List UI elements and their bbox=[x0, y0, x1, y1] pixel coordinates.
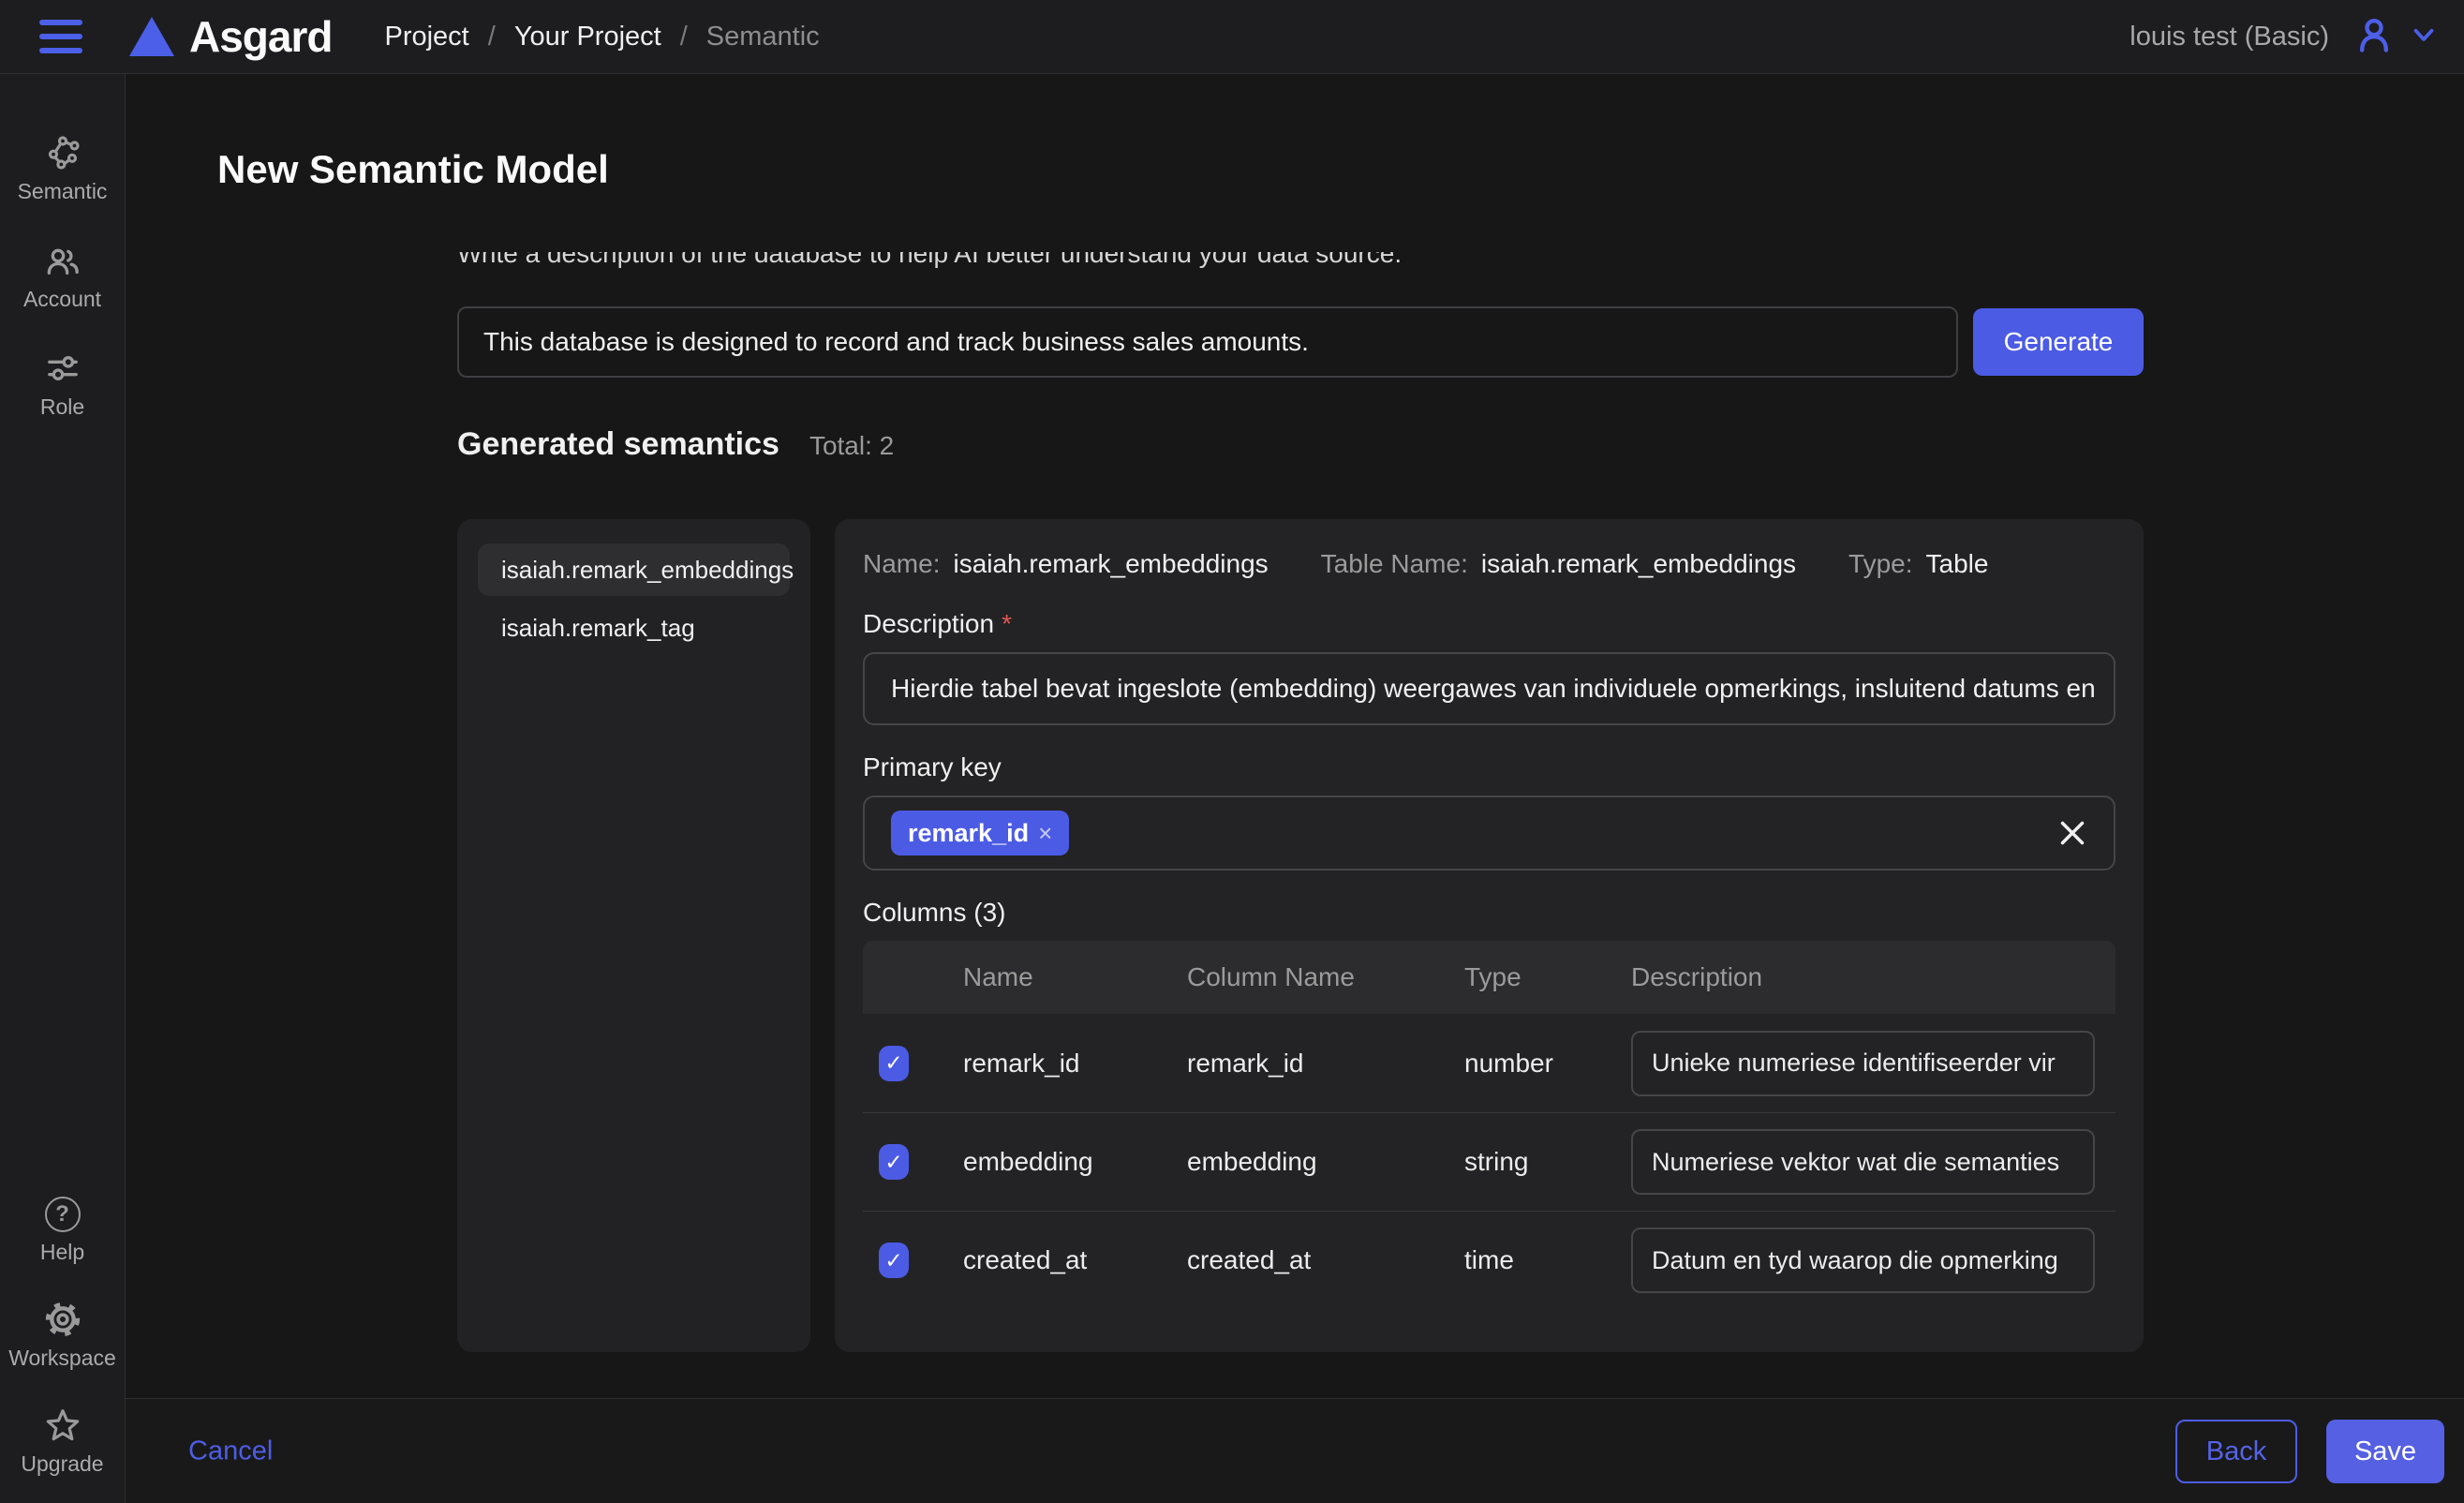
sidebar-label-upgrade: Upgrade bbox=[21, 1451, 103, 1477]
footer-action-bar: Cancel Back Save bbox=[126, 1398, 2464, 1503]
sidebar-item-upgrade[interactable]: Upgrade bbox=[0, 1406, 126, 1477]
description-field-label: Description* bbox=[863, 609, 2115, 639]
cell-type: time bbox=[1448, 1245, 1615, 1275]
cell-type: number bbox=[1448, 1049, 1615, 1079]
cell-name: embedding bbox=[947, 1147, 1171, 1177]
topbar-right: louis test (Basic) bbox=[2130, 14, 2440, 60]
row-description-input[interactable] bbox=[1631, 1031, 2095, 1096]
user-plan-label: louis test (Basic) bbox=[2130, 22, 2329, 52]
account-users-icon bbox=[44, 242, 82, 279]
page-title: New Semantic Model bbox=[217, 147, 609, 192]
sidebar-bottom-group: ? Help Workspace Upgrade bbox=[0, 1197, 126, 1477]
sidebar-label-role: Role bbox=[40, 394, 84, 420]
breadcrumb-separator: / bbox=[488, 22, 496, 52]
main-content: New Semantic Model Write a description o… bbox=[126, 74, 2464, 1503]
breadcrumb-separator: / bbox=[680, 22, 688, 52]
workspace-gear-icon bbox=[44, 1301, 82, 1338]
row-description-input[interactable] bbox=[1631, 1129, 2095, 1195]
generated-semantics-header: Generated semantics Total: 2 bbox=[457, 426, 894, 463]
breadcrumb-your-project[interactable]: Your Project bbox=[514, 22, 661, 52]
header-type: Type bbox=[1448, 962, 1615, 992]
db-description-input[interactable] bbox=[457, 306, 1958, 378]
sidebar-label-workspace: Workspace bbox=[8, 1346, 116, 1371]
chip-remove-icon[interactable]: × bbox=[1038, 821, 1052, 845]
sidebar-label-help: Help bbox=[40, 1240, 84, 1265]
sidebar-item-role[interactable]: Role bbox=[0, 350, 126, 420]
row-checkbox[interactable]: ✓ bbox=[879, 1243, 909, 1278]
columns-table-header: Name Column Name Type Description bbox=[863, 941, 2115, 1014]
sidebar-label-account: Account bbox=[23, 287, 101, 312]
menu-icon[interactable] bbox=[39, 20, 82, 53]
columns-table: Name Column Name Type Description ✓ rema… bbox=[863, 941, 2115, 1309]
cell-column-name: remark_id bbox=[1171, 1049, 1448, 1079]
chevron-down-icon[interactable] bbox=[2408, 19, 2440, 55]
brand-name: Asgard bbox=[189, 11, 332, 62]
app-root: Asgard Project / Your Project / Semantic… bbox=[0, 0, 2464, 1503]
header-description: Description bbox=[1615, 962, 2115, 992]
table-row-created-at: ✓ created_at created_at time bbox=[863, 1211, 2115, 1309]
cell-name: created_at bbox=[947, 1245, 1171, 1275]
sidebar-item-account[interactable]: Account bbox=[0, 242, 126, 312]
meta-table-name: Table Name: isaiah.remark_embeddings bbox=[1321, 549, 1796, 579]
table-detail-panel: Name: isaiah.remark_embeddings Table Nam… bbox=[835, 519, 2144, 1352]
breadcrumb: Project / Your Project / Semantic bbox=[384, 22, 819, 52]
total-count-label: Total: 2 bbox=[809, 431, 894, 461]
topbar: Asgard Project / Your Project / Semantic… bbox=[0, 0, 2464, 74]
db-description-helper-clipped: Write a description of the database to h… bbox=[457, 252, 1675, 275]
columns-count-label: Columns (3) bbox=[863, 898, 2115, 928]
primary-key-label: Primary key bbox=[863, 752, 2115, 782]
table-list-item-remark-tag[interactable]: isaiah.remark_tag bbox=[478, 602, 790, 654]
generate-button[interactable]: Generate bbox=[1973, 308, 2144, 376]
row-checkbox[interactable]: ✓ bbox=[879, 1144, 909, 1180]
table-meta-row: Name: isaiah.remark_embeddings Table Nam… bbox=[863, 549, 2115, 579]
sidebar-item-semantic[interactable]: Semantic bbox=[0, 134, 126, 204]
cell-name: remark_id bbox=[947, 1049, 1171, 1079]
cell-column-name: created_at bbox=[1171, 1245, 1448, 1275]
sidebar-item-help[interactable]: ? Help bbox=[0, 1197, 126, 1265]
header-name: Name bbox=[947, 962, 1171, 992]
cell-type: string bbox=[1448, 1147, 1615, 1177]
table-row-embedding: ✓ embedding embedding string bbox=[863, 1112, 2115, 1211]
brand-logo-icon bbox=[129, 17, 174, 56]
row-checkbox[interactable]: ✓ bbox=[879, 1046, 909, 1081]
table-row-remark-id: ✓ remark_id remark_id number bbox=[863, 1014, 2115, 1112]
breadcrumb-project[interactable]: Project bbox=[384, 22, 468, 52]
cancel-button[interactable]: Cancel bbox=[188, 1436, 273, 1466]
table-list-item-remark-embeddings[interactable]: isaiah.remark_embeddings bbox=[478, 543, 790, 596]
role-sliders-icon bbox=[44, 350, 82, 387]
generated-semantics-heading: Generated semantics bbox=[457, 426, 779, 463]
sidebar: Semantic Account Role bbox=[0, 74, 126, 1503]
tables-list-panel: isaiah.remark_embeddings isaiah.remark_t… bbox=[457, 519, 810, 1352]
primary-key-field[interactable]: remark_id × bbox=[863, 796, 2115, 871]
save-button[interactable]: Save bbox=[2326, 1420, 2444, 1483]
user-avatar-icon[interactable] bbox=[2353, 14, 2395, 60]
primary-key-chip: remark_id × bbox=[891, 811, 1069, 856]
upgrade-star-icon bbox=[44, 1406, 82, 1444]
clear-primary-key-icon[interactable] bbox=[2056, 816, 2089, 850]
cell-column-name: embedding bbox=[1171, 1147, 1448, 1177]
required-asterisk: * bbox=[1002, 609, 1012, 638]
row-description-input[interactable] bbox=[1631, 1228, 2095, 1293]
description-field[interactable]: Hierdie tabel bevat ingeslote (embedding… bbox=[863, 652, 2115, 725]
header-column-name: Column Name bbox=[1171, 962, 1448, 992]
semantic-graph-icon bbox=[44, 134, 82, 171]
help-icon: ? bbox=[45, 1197, 81, 1232]
breadcrumb-semantic: Semantic bbox=[706, 22, 820, 52]
sidebar-top-group: Semantic Account Role bbox=[0, 134, 126, 420]
back-button[interactable]: Back bbox=[2175, 1420, 2297, 1483]
sidebar-label-semantic: Semantic bbox=[18, 179, 108, 204]
meta-type: Type: Table bbox=[1848, 549, 1988, 579]
sidebar-item-workspace[interactable]: Workspace bbox=[0, 1301, 126, 1371]
meta-name: Name: isaiah.remark_embeddings bbox=[863, 549, 1269, 579]
